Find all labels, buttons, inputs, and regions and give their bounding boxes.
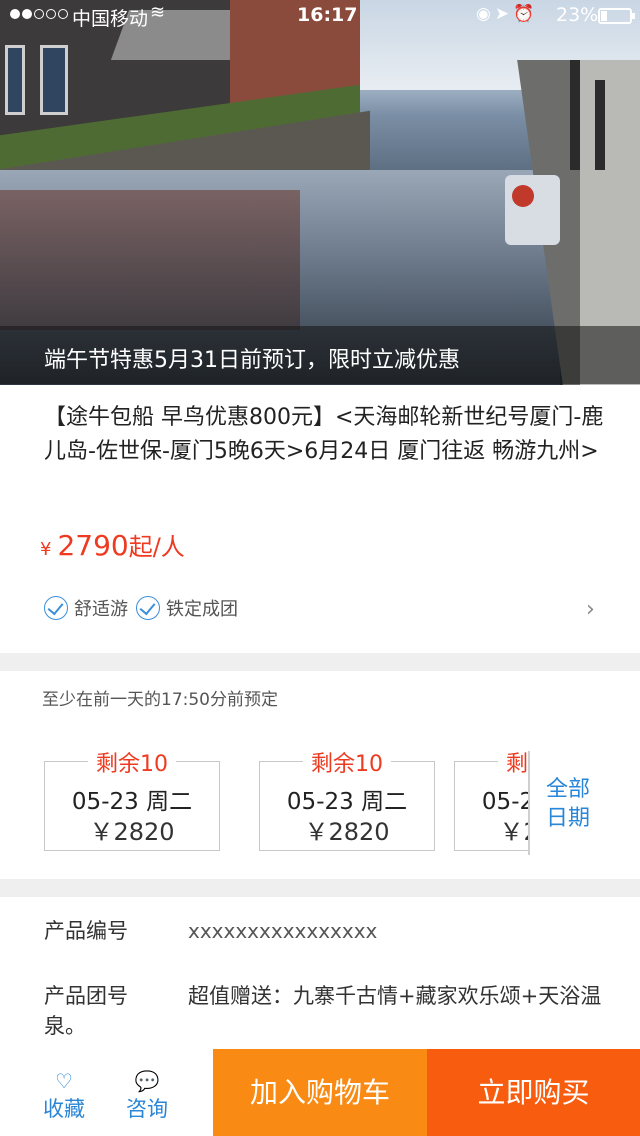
divider xyxy=(528,751,530,855)
buy-now-button[interactable]: 立即购买 xyxy=(427,1049,640,1136)
remaining-seats: 剩余10 xyxy=(303,746,391,778)
remaining-seats: 剩余10 xyxy=(498,746,528,778)
check-circle-icon xyxy=(44,596,68,620)
departure-dates-section: 至少在前一天的17:50分前预定 剩余10 05-23 周二 ￥2820 剩余1… xyxy=(0,671,640,879)
favorite-button[interactable]: ♡ 收藏 xyxy=(34,1069,94,1123)
group-number-row: 产品团号 超值赠送：九寨千古情+藏家欢乐颂+天浴温泉。 xyxy=(44,981,604,1041)
consult-button[interactable]: 💬 咨询 xyxy=(117,1069,177,1123)
chat-bubble-icon: 💬 xyxy=(134,1069,160,1093)
add-to-cart-button[interactable]: 加入购物车 xyxy=(213,1049,427,1136)
product-number-label: 产品编号 xyxy=(44,919,128,943)
product-price: ¥2790起/人 xyxy=(40,527,185,562)
battery-icon xyxy=(598,8,635,24)
promo-banner: 端午节特惠5月31日前预订，限时立减优惠 xyxy=(0,326,640,384)
remaining-seats: 剩余10 xyxy=(88,746,176,778)
date-card[interactable]: 剩余10 05-23 周二 ￥2820 xyxy=(44,746,220,851)
chevron-right-icon[interactable]: › xyxy=(586,597,595,622)
booking-deadline-note: 至少在前一天的17:50分前预定 xyxy=(42,690,278,710)
feature-tags[interactable]: 舒适游 铁定成团 xyxy=(44,595,246,621)
status-bar: 中国移动 ≋ 16:17 ◉➤⏰ 23% xyxy=(0,0,640,30)
carrier-label: 中国移动 xyxy=(72,8,149,30)
product-number-value: xxxxxxxxxxxxxxxx xyxy=(188,919,378,943)
price-currency: ¥ xyxy=(40,539,52,560)
tag-comfort: 舒适游 xyxy=(44,595,128,621)
date-price: ￥2820 xyxy=(499,818,528,846)
bottom-action-bar: ♡ 收藏 💬 咨询 加入购物车 立即购买 xyxy=(0,1049,640,1136)
hero-image: 中国移动 ≋ 16:17 ◉➤⏰ 23% 端午节特惠5月31日前预订，限时立减优… xyxy=(0,0,640,385)
product-number-row: 产品编号 xxxxxxxxxxxxxxxx xyxy=(44,915,377,945)
check-circle-icon xyxy=(136,596,160,620)
rotation-lock-icon: ◉ xyxy=(476,4,495,24)
price-value: 2790 xyxy=(57,529,129,562)
date-price: ￥2820 xyxy=(304,818,390,846)
wifi-icon: ≋ xyxy=(150,2,166,23)
date-label: 05-23 周二 xyxy=(481,789,528,815)
date-card[interactable]: 剩余10 05-23 周二 ￥2820 xyxy=(454,746,528,851)
alarm-icon: ⏰ xyxy=(513,4,539,24)
product-title: 【途牛包船 早鸟优惠800元】<天海邮轮新世纪号厦门-鹿儿岛-佐世保-厦门5晚6… xyxy=(44,405,604,464)
signal-icon xyxy=(10,9,68,19)
location-icon: ➤ xyxy=(494,4,514,24)
date-label: 05-23 周二 xyxy=(71,789,193,815)
date-card-scroller[interactable]: 剩余10 05-23 周二 ￥2820 剩余10 05-23 周二 ￥2820 … xyxy=(0,743,528,855)
status-time: 16:17 xyxy=(297,4,358,26)
tag-guaranteed: 铁定成团 xyxy=(136,595,238,621)
battery-percent: 23% xyxy=(556,4,599,26)
all-dates-link[interactable]: 全部日期 xyxy=(546,775,598,833)
group-number-label: 产品团号 xyxy=(44,984,128,1008)
date-card[interactable]: 剩余10 05-23 周二 ￥2820 xyxy=(259,746,435,851)
heart-icon: ♡ xyxy=(55,1069,73,1093)
price-unit: 起/人 xyxy=(128,533,185,561)
date-price: ￥2820 xyxy=(89,818,175,846)
date-label: 05-23 周二 xyxy=(286,789,408,815)
product-info-card: 【途牛包船 早鸟优惠800元】<天海邮轮新世纪号厦门-鹿儿岛-佐世保-厦门5晚6… xyxy=(0,385,640,653)
